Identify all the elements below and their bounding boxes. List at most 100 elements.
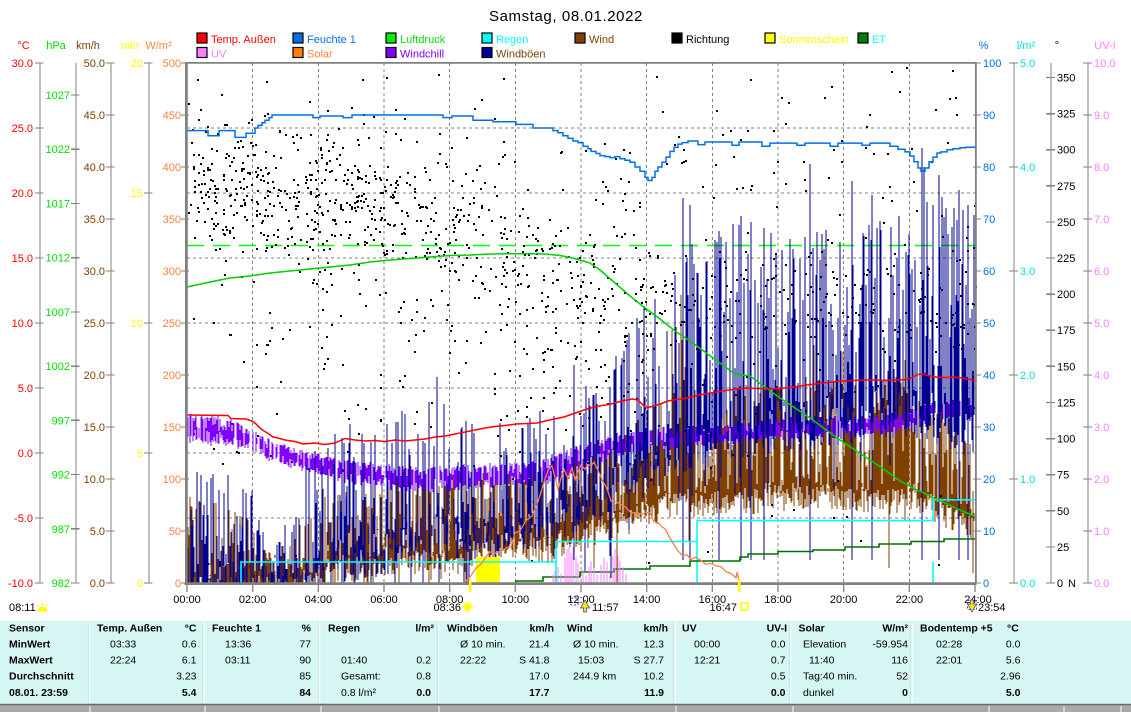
svg-text:MaxWert: MaxWert — [9, 655, 53, 667]
svg-text:22:24: 22:24 — [110, 655, 136, 667]
svg-text:400: 400 — [163, 162, 181, 174]
svg-text:22:22: 22:22 — [460, 655, 486, 667]
svg-text:30.0: 30.0 — [12, 58, 33, 70]
svg-text:Ø 10 min.: Ø 10 min. — [460, 639, 506, 651]
svg-text:MinWert: MinWert — [9, 639, 51, 651]
svg-text:06:00: 06:00 — [370, 594, 398, 606]
svg-text:N: N — [1068, 578, 1076, 590]
svg-text:5.0: 5.0 — [1006, 687, 1021, 699]
svg-text:08:36: 08:36 — [433, 602, 461, 614]
svg-text:14:00: 14:00 — [633, 594, 661, 606]
svg-text:21.4: 21.4 — [529, 639, 550, 651]
svg-text:50: 50 — [1057, 506, 1069, 518]
svg-text:°C: °C — [185, 623, 197, 635]
svg-text:35.0: 35.0 — [84, 214, 105, 226]
svg-text:°C: °C — [1007, 623, 1019, 635]
svg-text:52: 52 — [896, 671, 908, 683]
svg-text:175: 175 — [1057, 325, 1075, 337]
svg-text:0.0: 0.0 — [771, 639, 786, 651]
svg-text:3.23: 3.23 — [176, 671, 197, 683]
svg-text:Elevation: Elevation — [803, 639, 846, 651]
svg-text:10: 10 — [131, 318, 143, 330]
svg-text:6.1: 6.1 — [182, 655, 197, 667]
svg-text:W/m²: W/m² — [882, 623, 908, 635]
svg-text:25.0: 25.0 — [84, 318, 105, 330]
svg-text:5.0: 5.0 — [1020, 58, 1035, 70]
svg-text:22:00: 22:00 — [896, 594, 924, 606]
svg-text:0: 0 — [902, 687, 908, 699]
svg-text:4.0: 4.0 — [1094, 370, 1109, 382]
svg-text:40.0: 40.0 — [84, 162, 105, 174]
svg-text:17.0: 17.0 — [529, 671, 550, 683]
svg-text:Solar: Solar — [307, 49, 333, 61]
svg-text:°: ° — [1055, 40, 1059, 52]
svg-text:00:00: 00:00 — [173, 594, 201, 606]
svg-text:20: 20 — [131, 58, 143, 70]
svg-text:250: 250 — [163, 318, 181, 330]
svg-text:1007: 1007 — [46, 307, 70, 319]
svg-text:10.2: 10.2 — [644, 671, 665, 683]
svg-text:225: 225 — [1057, 253, 1075, 265]
svg-text:0.0: 0.0 — [1006, 639, 1021, 651]
svg-text:Temp. Außen: Temp. Außen — [211, 34, 276, 46]
svg-text:03:11: 03:11 — [225, 655, 251, 667]
svg-text:300: 300 — [163, 266, 181, 278]
svg-text:15: 15 — [131, 188, 143, 200]
svg-text:04:00: 04:00 — [305, 594, 333, 606]
svg-text:Durchschnitt: Durchschnitt — [9, 671, 74, 683]
svg-text:100: 100 — [163, 474, 181, 486]
svg-text:100: 100 — [983, 58, 1001, 70]
svg-text:50.0: 50.0 — [84, 58, 105, 70]
svg-text:Regen: Regen — [496, 34, 528, 46]
svg-text:9.0: 9.0 — [1094, 110, 1109, 122]
svg-text:5.0: 5.0 — [18, 383, 33, 395]
svg-text:Regen: Regen — [328, 623, 360, 635]
svg-text:S 41.8: S 41.8 — [519, 655, 550, 667]
svg-text:100: 100 — [1057, 434, 1075, 446]
svg-text:1017: 1017 — [46, 198, 70, 210]
svg-text:0.0: 0.0 — [90, 578, 105, 590]
svg-text:08:11: 08:11 — [9, 602, 36, 614]
svg-text:15:03: 15:03 — [578, 655, 604, 667]
svg-text:275: 275 — [1057, 181, 1075, 193]
svg-text:UV-I: UV-I — [767, 623, 788, 635]
svg-text:997: 997 — [52, 415, 70, 427]
svg-text:40: 40 — [983, 370, 995, 382]
svg-text:3.0: 3.0 — [1094, 422, 1109, 434]
svg-text:25.0: 25.0 — [12, 123, 33, 135]
svg-text:Solar: Solar — [799, 623, 825, 635]
svg-text:300: 300 — [1057, 145, 1075, 157]
svg-text:200: 200 — [1057, 289, 1075, 301]
svg-text:22:01: 22:01 — [936, 655, 962, 667]
svg-text:125: 125 — [1057, 397, 1075, 409]
svg-text:2.0: 2.0 — [1094, 474, 1109, 486]
svg-text:500: 500 — [163, 58, 181, 70]
svg-text:Sonnenschein: Sonnenschein — [779, 34, 849, 46]
svg-text:2.0: 2.0 — [1020, 370, 1035, 382]
svg-text:18:00: 18:00 — [764, 594, 792, 606]
svg-text:l/m²: l/m² — [1017, 40, 1036, 52]
svg-text:30.0: 30.0 — [84, 266, 105, 278]
svg-text:10.0: 10.0 — [12, 318, 33, 330]
svg-text:350: 350 — [163, 214, 181, 226]
svg-text:325: 325 — [1057, 109, 1075, 121]
svg-text:1.0: 1.0 — [1020, 474, 1035, 486]
svg-text:90: 90 — [299, 655, 311, 667]
svg-text:Windchill: Windchill — [400, 49, 444, 61]
svg-text:UV: UV — [682, 623, 697, 635]
svg-text:60: 60 — [983, 266, 995, 278]
svg-text:20: 20 — [983, 474, 995, 486]
svg-text:15.0: 15.0 — [12, 253, 33, 265]
svg-text:Tag:40 min.: Tag:40 min. — [803, 671, 857, 683]
svg-text:0.8 l/m²: 0.8 l/m² — [341, 687, 377, 699]
svg-text:23:54: 23:54 — [978, 602, 1006, 614]
svg-text:0: 0 — [175, 578, 181, 590]
svg-text:Wind: Wind — [589, 34, 614, 46]
svg-text:Windböen: Windböen — [447, 623, 498, 635]
svg-text:10:00: 10:00 — [502, 594, 530, 606]
svg-text:2.96: 2.96 — [1000, 671, 1021, 683]
svg-text:%: % — [302, 623, 312, 635]
svg-text:6.0: 6.0 — [1094, 266, 1109, 278]
svg-text:-59.954: -59.954 — [872, 639, 908, 651]
svg-text:70: 70 — [983, 214, 995, 226]
